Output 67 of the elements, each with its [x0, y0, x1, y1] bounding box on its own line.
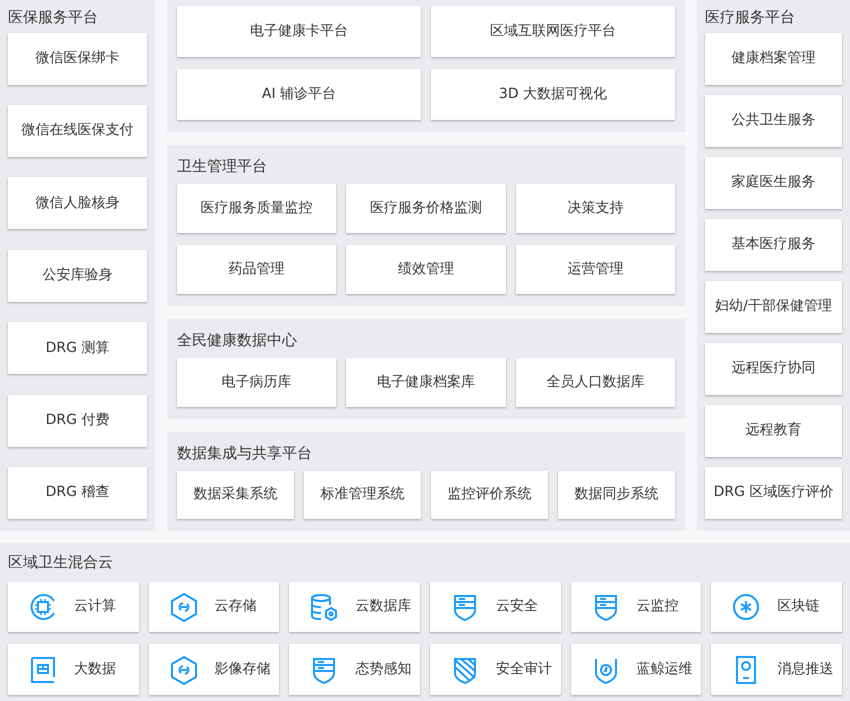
cloud-service-card[interactable]: 云存储 [148, 582, 280, 632]
service-card[interactable]: 运营管理 [516, 244, 675, 294]
cloud-service-card[interactable]: 大数据 [8, 644, 139, 695]
service-card[interactable]: 决策支持 [516, 184, 675, 233]
service-card[interactable]: 标准管理系统 [304, 470, 421, 519]
section-title: 全民健康数据中心 [177, 330, 298, 351]
service-card[interactable]: DRG 测算 [8, 322, 147, 374]
service-card[interactable]: 数据采集系统 [177, 470, 294, 519]
service-card[interactable]: 基本医疗服务 [705, 218, 842, 271]
service-card[interactable]: 电子健康档案库 [346, 358, 506, 407]
service-card[interactable]: 健康档案管理 [705, 32, 842, 84]
service-card[interactable]: 数据同步系统 [558, 470, 675, 519]
service-card[interactable]: 电子健康卡平台 [177, 6, 421, 57]
service-card[interactable]: 绩效管理 [346, 244, 506, 294]
card-label: 影像存储 [214, 660, 271, 680]
section-title: 医疗服务平台 [704, 7, 796, 28]
service-card[interactable]: 监控评价系统 [431, 470, 548, 519]
cloud-service-card[interactable]: 态势感知 [289, 644, 420, 695]
cloud-service-card[interactable]: 云数据库 [289, 582, 420, 632]
card-label: 大数据 [74, 660, 116, 680]
card-label: 云安全 [496, 597, 538, 616]
service-card[interactable]: DRG 稽查 [8, 466, 147, 519]
hexagon-link-icon [168, 592, 199, 622]
service-card[interactable]: 微信医保绑卡 [8, 32, 147, 84]
cloud-service-card[interactable]: 蓝鲸运维 [570, 644, 702, 695]
snowflake-icon [731, 592, 762, 622]
card-label: 云监控 [636, 597, 679, 616]
service-card[interactable]: 公安库验身 [8, 250, 147, 302]
service-card[interactable]: 远程教育 [705, 404, 842, 457]
service-card[interactable]: 微信人脸核身 [8, 177, 147, 230]
card-label: 云计算 [74, 597, 116, 616]
card-label: 区块链 [777, 597, 820, 616]
card-label: 安全审计 [496, 660, 552, 680]
database-gear-icon [309, 592, 340, 622]
service-card[interactable]: 医疗服务价格监测 [346, 184, 506, 233]
cloud-service-card[interactable]: 云监控 [570, 582, 702, 632]
board-icon [28, 654, 58, 685]
service-card[interactable]: 医疗服务质量监控 [177, 184, 336, 233]
card-label: 消息推送 [777, 660, 834, 680]
card-label: 态势感知 [355, 660, 412, 680]
service-card[interactable]: 妇幼/干部保健管理 [705, 280, 842, 333]
section-title: 数据集成与共享平台 [177, 443, 313, 464]
service-card[interactable]: 公共卫生服务 [705, 94, 842, 147]
service-card[interactable]: 远程医疗协同 [705, 342, 842, 395]
cloud-service-card[interactable]: 云安全 [430, 582, 561, 632]
service-card[interactable]: AI 辅诊平台 [177, 69, 421, 120]
cloud-service-card[interactable]: 安全审计 [430, 644, 561, 695]
cloud-service-card[interactable]: 消息推送 [711, 644, 842, 695]
cloud-service-card[interactable]: 影像存储 [148, 644, 280, 695]
section-title: 医保服务平台 [7, 7, 99, 28]
service-card[interactable]: 区域互联网医疗平台 [431, 6, 675, 57]
service-card[interactable]: 家庭医生服务 [705, 156, 842, 209]
service-card[interactable]: DRG 区域医疗评价 [705, 466, 842, 519]
service-card[interactable]: 全员人口数据库 [516, 358, 675, 407]
section-title: 卫生管理平台 [177, 156, 268, 177]
service-card[interactable]: 电子病历库 [177, 358, 336, 407]
service-card[interactable]: DRG 付费 [8, 394, 147, 447]
service-card[interactable]: 微信在线医保支付 [8, 104, 147, 157]
card-label: 蓝鲸运维 [636, 660, 693, 680]
card-label: 云数据库 [355, 597, 412, 616]
cloud-service-card[interactable]: 云计算 [8, 582, 139, 632]
hexagon-link-icon [168, 654, 199, 685]
card-label: 云存储 [214, 597, 257, 616]
service-card[interactable]: 药品管理 [177, 244, 336, 294]
service-card[interactable]: 3D 大数据可视化 [431, 69, 675, 120]
cloud-service-card[interactable]: 区块链 [711, 582, 842, 632]
section-title: 区域卫生混合云 [8, 552, 114, 573]
